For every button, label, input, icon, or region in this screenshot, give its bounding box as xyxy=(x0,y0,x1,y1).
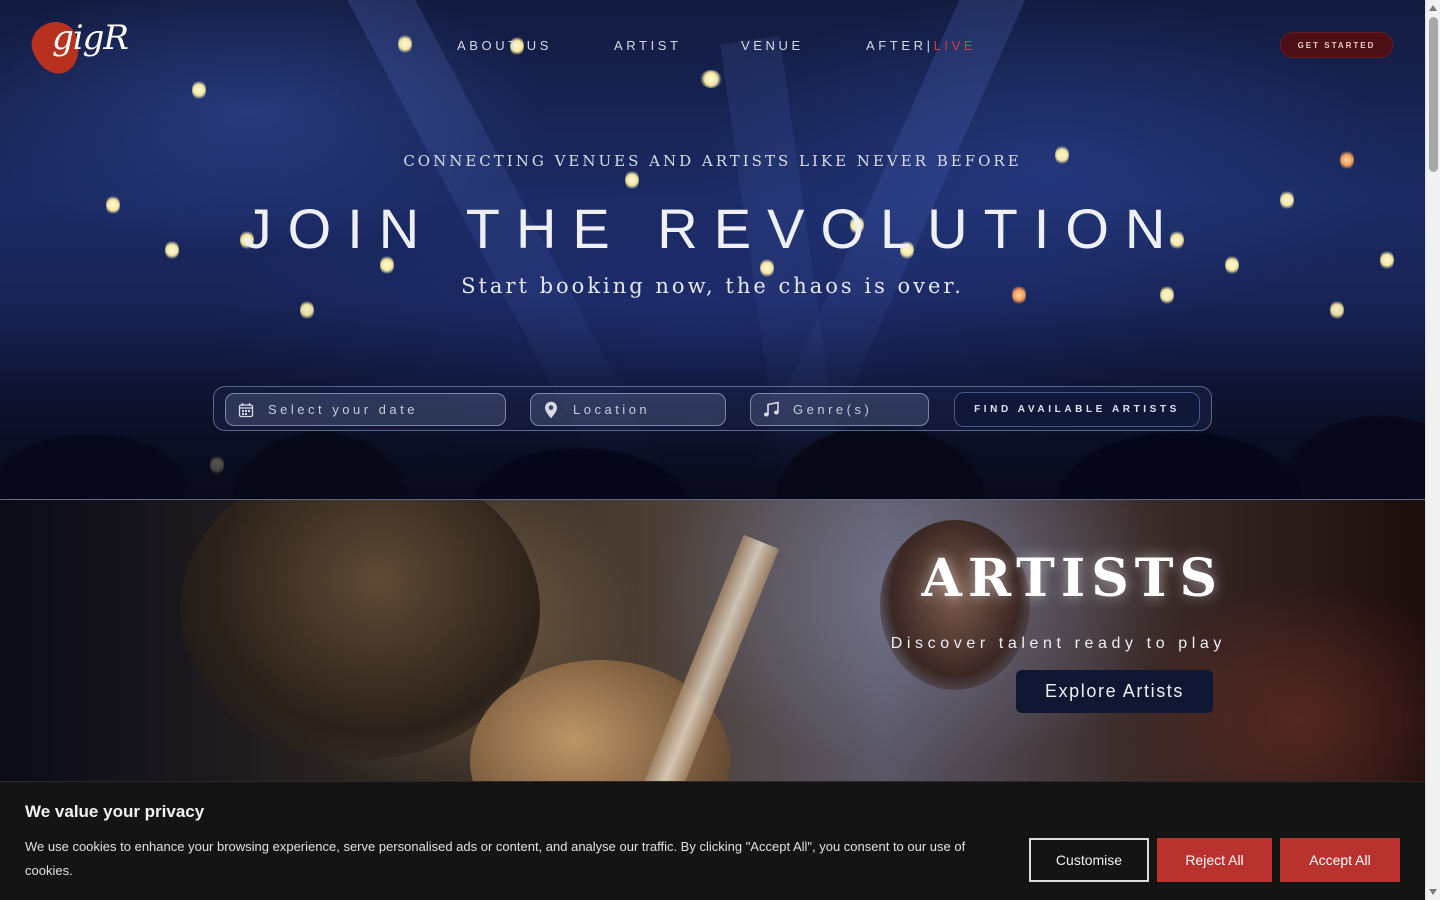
reject-all-button[interactable]: Reject All xyxy=(1157,838,1272,882)
hero-tagline: CONNECTING VENUES AND ARTISTS LIKE NEVER… xyxy=(403,152,1022,170)
artist-search-bar: Select your date Location Genre(s) FIND … xyxy=(213,386,1212,431)
calendar-icon xyxy=(236,400,256,420)
hero-subheadline: Start booking now, the chaos is over. xyxy=(461,274,964,298)
scroll-up-arrow-icon[interactable] xyxy=(1429,5,1437,11)
music-note-icon xyxy=(761,400,781,420)
customise-button[interactable]: Customise xyxy=(1029,838,1149,882)
location-placeholder: Location xyxy=(573,402,651,417)
date-placeholder: Select your date xyxy=(268,402,418,417)
artists-title: ARTISTS xyxy=(921,548,1223,609)
explore-artists-button[interactable]: Explore Artists xyxy=(1016,670,1213,713)
genre-placeholder: Genre(s) xyxy=(793,402,873,417)
date-field[interactable]: Select your date xyxy=(225,393,506,426)
map-pin-icon xyxy=(541,400,561,420)
scroll-down-arrow-icon[interactable] xyxy=(1429,889,1437,895)
scrollbar-thumb[interactable] xyxy=(1429,17,1438,172)
artists-subtitle: Discover talent ready to play xyxy=(890,635,1226,652)
cookie-title: We value your privacy xyxy=(25,802,205,821)
hero-headline: JOIN THE REVOLUTION xyxy=(243,197,1182,260)
main-nav: ABOUT US ARTIST VENUE AFTER|LIVE xyxy=(0,38,1425,58)
crowd-light xyxy=(192,80,206,100)
find-available-artists-button[interactable]: FIND AVAILABLE ARTISTS xyxy=(954,392,1200,427)
nav-item-artist[interactable]: ARTIST xyxy=(614,38,682,53)
page-scrollbar[interactable] xyxy=(1425,0,1440,900)
crowd-light xyxy=(700,70,722,88)
cookie-banner: We value your privacy We use cookies to … xyxy=(0,781,1425,900)
crowd-light xyxy=(625,170,639,190)
nav-item-after-live[interactable]: AFTER|LIVE xyxy=(866,38,976,53)
genre-field[interactable]: Genre(s) xyxy=(750,393,929,426)
nav-live-label: LIVE xyxy=(933,38,977,53)
nav-after-label: AFTER| xyxy=(866,38,934,53)
get-started-button[interactable]: GET STARTED xyxy=(1280,32,1393,58)
location-field[interactable]: Location xyxy=(530,393,726,426)
nav-item-venue[interactable]: VENUE xyxy=(741,38,804,53)
accept-all-button[interactable]: Accept All xyxy=(1280,838,1400,882)
cookie-body: We use cookies to enhance your browsing … xyxy=(25,839,966,878)
nav-item-about-us[interactable]: ABOUT US xyxy=(457,38,552,53)
